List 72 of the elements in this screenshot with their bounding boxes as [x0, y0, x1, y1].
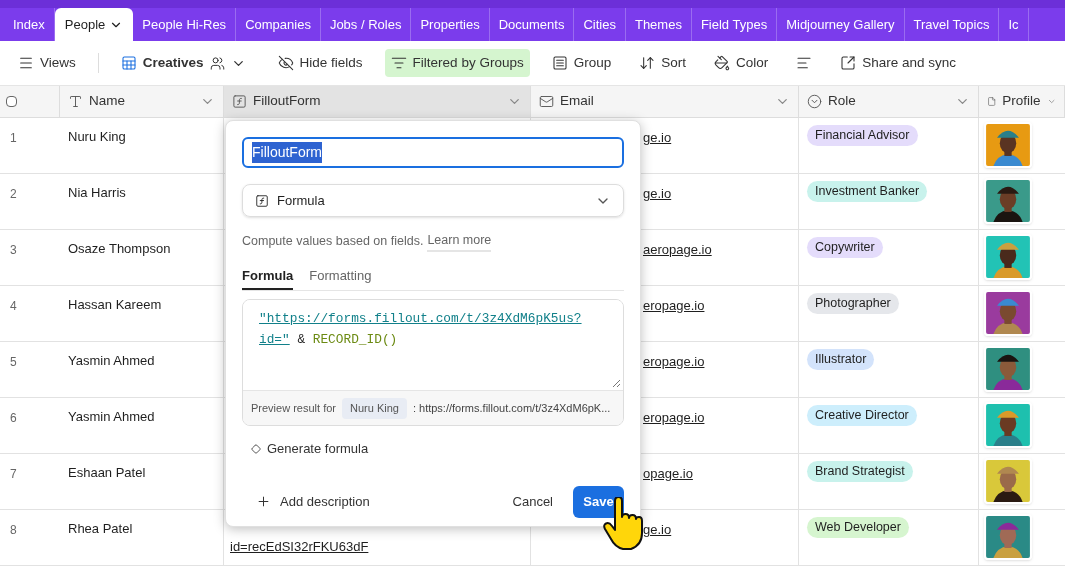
- toolbar-button[interactable]: Sort: [633, 49, 692, 77]
- table-tab[interactable]: Field Types: [691, 8, 778, 41]
- toolbar-button[interactable]: Hide fields: [271, 49, 369, 77]
- learn-more-link[interactable]: Learn more: [427, 231, 492, 252]
- name-cell: Nuru King: [68, 129, 126, 144]
- column-header[interactable]: Role: [799, 86, 979, 117]
- toolbar-button[interactable]: Views: [12, 49, 82, 77]
- row-number: 4: [10, 299, 17, 313]
- save-button[interactable]: Save: [573, 485, 624, 518]
- row-number: 1: [10, 131, 17, 145]
- toolbar-button[interactable]: Color: [707, 49, 775, 77]
- email-link[interactable]: eropage.io: [643, 298, 705, 313]
- role-tag: Illustrator: [807, 349, 875, 370]
- table-tab[interactable]: Properties: [411, 8, 490, 41]
- email-link[interactable]: eropage.io: [643, 410, 705, 425]
- table-tab[interactable]: Index: [4, 8, 55, 41]
- email-link[interactable]: aeropage.io: [643, 242, 712, 257]
- role-tag: Photographer: [807, 293, 899, 314]
- toolbar-button[interactable]: Share and sync: [834, 49, 963, 77]
- url-link[interactable]: id=recEdSI32rFKU63dF: [230, 539, 369, 554]
- field-name-input[interactable]: FilloutForm: [242, 137, 624, 168]
- column-header[interactable]: FilloutForm: [224, 86, 531, 117]
- name-cell: Yasmin Ahmed: [68, 353, 155, 368]
- table-tab[interactable]: Ic: [999, 8, 1029, 41]
- table-tab[interactable]: Midjourney Gallery: [777, 8, 905, 41]
- toolbar-button[interactable]: Filtered by Groups: [384, 49, 530, 77]
- email-link[interactable]: ge.io: [643, 130, 672, 145]
- preview-result: : https://forms.fillout.com/t/3z4XdM6pK...: [412, 401, 611, 416]
- name-cell: Nia Harris: [68, 185, 126, 200]
- email-link[interactable]: ge.io: [643, 186, 672, 201]
- table-tab[interactable]: Documents: [489, 8, 575, 41]
- name-cell: Eshaan Patel: [68, 465, 146, 480]
- row-number: 7: [10, 467, 17, 481]
- toolbar-button[interactable]: Creatives: [114, 49, 252, 77]
- editor-tab[interactable]: Formula: [242, 265, 294, 291]
- table-tab[interactable]: People Hi-Res: [133, 8, 237, 41]
- add-description-button[interactable]: Add description: [256, 491, 370, 512]
- table-tab[interactable]: Jobs / Roles: [320, 8, 412, 41]
- role-tag: Investment Banker: [807, 181, 928, 202]
- formula-editor[interactable]: "https://forms.fillout.com/t/3z4XdM6pK5us?id=" & RECORD_ID() Preview result for Nuru King : https://forms.fillout.com/t/3z4XdM6pK...: [242, 299, 624, 427]
- role-tag: Web Developer: [807, 517, 909, 538]
- email-link[interactable]: ge.io: [643, 522, 672, 537]
- email-link[interactable]: eropage.io: [643, 354, 705, 369]
- row-number: 3: [10, 243, 17, 257]
- name-cell: Osaze Thompson: [68, 241, 171, 256]
- name-cell: Hassan Kareem: [68, 297, 162, 312]
- column-header[interactable]: Email: [531, 86, 799, 117]
- table-tab[interactable]: Cities: [574, 8, 626, 41]
- table-tab[interactable]: Themes: [625, 8, 692, 41]
- editor-tab[interactable]: Formatting: [309, 265, 372, 291]
- table-tab[interactable]: Travel Topics: [904, 8, 1000, 41]
- table-tab[interactable]: Companies: [236, 8, 321, 41]
- table-tab[interactable]: People: [54, 8, 134, 41]
- name-cell: Yasmin Ahmed: [68, 409, 155, 424]
- row-number: 2: [10, 187, 17, 201]
- name-cell: Rhea Patel: [68, 521, 133, 536]
- role-tag: Financial Advisor: [807, 125, 918, 146]
- field-type-dropdown[interactable]: Formula: [242, 184, 624, 217]
- toolbar-button[interactable]: Group: [545, 49, 618, 77]
- row-number: 8: [10, 523, 17, 537]
- record-chip: Nuru King: [342, 398, 407, 419]
- row-number: 6: [10, 411, 17, 425]
- role-tag: Copywriter: [807, 237, 883, 258]
- field-description: Compute values based on fields.: [242, 233, 424, 250]
- email-link[interactable]: opage.io: [643, 466, 693, 481]
- cancel-button[interactable]: Cancel: [512, 491, 553, 512]
- column-header[interactable]: Profile: [979, 86, 1065, 117]
- row-number: 5: [10, 355, 17, 369]
- role-tag: Brand Strategist: [807, 461, 913, 482]
- generate-formula-button[interactable]: Generate formula: [251, 439, 369, 459]
- preview-label: Preview result for: [251, 401, 336, 416]
- role-tag: Creative Director: [807, 405, 917, 426]
